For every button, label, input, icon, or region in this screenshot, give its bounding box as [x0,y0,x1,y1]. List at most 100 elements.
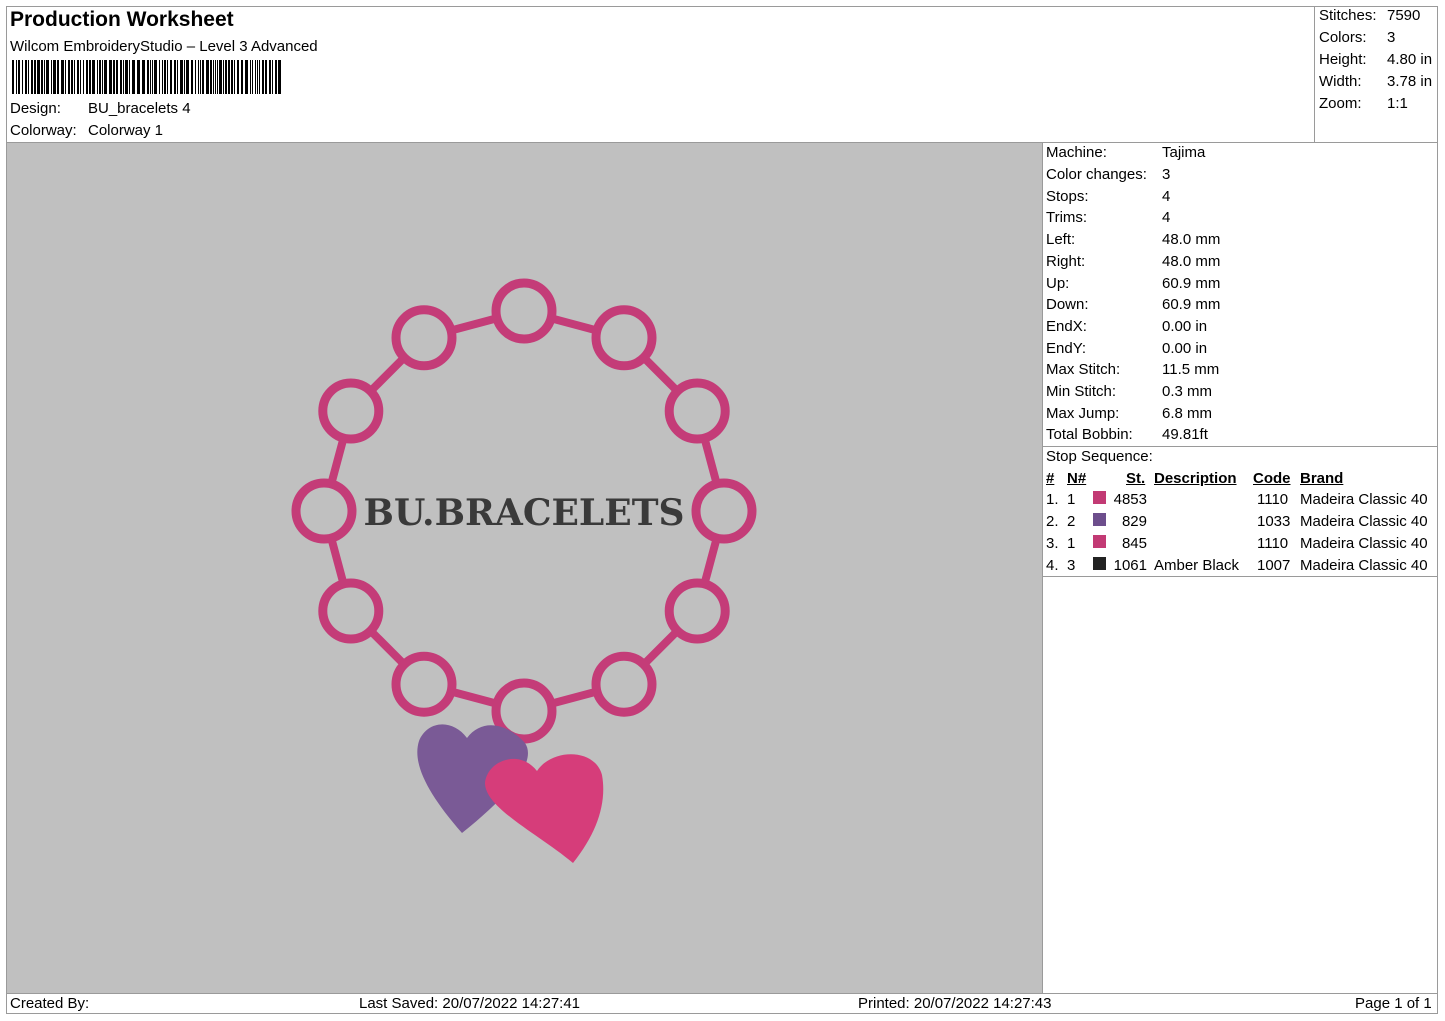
ring-link [327,537,348,585]
ring-link [450,314,498,335]
machine-value: 11.5 mm [1162,361,1220,378]
summary-value: 7590 [1387,7,1421,24]
row-num: 3. [1046,535,1059,552]
colorway-value: Colorway 1 [88,122,164,139]
machine-value: 0.3 mm [1162,383,1213,400]
machine-label: EndY: [1046,340,1087,357]
color-swatch [1093,557,1106,570]
row-needle: 1 [1067,535,1076,552]
column-header-num: # [1046,470,1055,487]
row-num: 2. [1046,513,1059,530]
ring-bead [591,305,657,371]
machine-label: EndX: [1046,318,1087,335]
summary-label: Colors: [1319,29,1367,46]
machine-value: 48.0 mm [1162,253,1221,270]
page-title: Production Worksheet [10,8,234,31]
ring-link [450,687,498,708]
column-header-code: Code [1253,470,1291,487]
machine-label: Trims: [1046,209,1088,226]
summary-divider [1314,6,1315,142]
machine-label: Color changes: [1046,166,1147,183]
ring-link [550,314,598,335]
ring-link [700,437,721,485]
machine-value: 48.0 mm [1162,231,1221,248]
design-preview: BU.BRACELETS [7,143,1042,993]
design-label: Design: [10,100,61,117]
ring-bead [291,478,357,544]
stop-sequence-title: Stop Sequence: [1046,448,1153,465]
ring-bead [664,378,730,444]
row-code: 1033 [1257,513,1291,530]
row-code: 1007 [1257,557,1291,574]
row-brand: Madeira Classic 40 [1300,491,1428,508]
machine-label: Max Stitch: [1046,361,1121,378]
row-brand: Madeira Classic 40 [1300,513,1428,530]
ring-bead [691,478,757,544]
summary-value: 4.80 in [1387,51,1433,68]
color-swatch [1093,513,1106,526]
row-description: Amber Black [1154,557,1240,574]
machine-value: 6.8 mm [1162,405,1213,422]
ring-link [700,537,721,585]
ring-bead [318,378,384,444]
row-code: 1110 [1257,535,1289,552]
row-needle: 2 [1067,513,1076,530]
ring-bead [391,305,457,371]
machine-value: 60.9 mm [1162,296,1221,313]
machine-label: Stops: [1046,188,1089,205]
summary-label: Stitches: [1319,7,1377,24]
column-header-n: N# [1067,470,1087,487]
ring-link [327,437,348,485]
ring-bead [391,651,457,717]
machine-label: Machine: [1046,144,1107,161]
barcode-image [12,60,281,94]
row-num: 1. [1046,491,1059,508]
row-needle: 3 [1067,557,1076,574]
machine-label: Right: [1046,253,1086,270]
color-swatch [1093,535,1106,548]
ring-link [367,627,408,668]
software-name: Wilcom EmbroideryStudio – Level 3 Advanc… [10,38,318,55]
row-brand: Madeira Classic 40 [1300,557,1428,574]
row-stitches: 1061 [1113,557,1147,574]
column-header-st: St. [1126,470,1146,487]
sidebar-divider [1042,142,1043,993]
row-num: 4. [1046,557,1059,574]
machine-value: 4 [1162,209,1171,226]
footer-created-by: Created By: [10,995,90,1012]
summary-label: Width: [1319,73,1362,90]
summary-value: 3.78 in [1387,73,1433,90]
footer-printed: Printed: 20/07/2022 14:27:43 [858,995,1052,1012]
colorway-label: Colorway: [10,122,77,139]
pink-heart-icon [485,754,604,863]
machine-label: Left: [1046,231,1076,248]
stop-sequence-divider-top [1042,446,1438,447]
ring-bead [318,578,384,644]
summary-label: Height: [1319,51,1367,68]
row-stitches: 4853 [1113,491,1147,508]
column-header-brand: Brand [1300,470,1344,487]
ring-bead [664,578,730,644]
machine-label: Total Bobbin: [1046,426,1133,443]
row-stitches: 845 [1121,535,1147,552]
footer-page-number: Page 1 of 1 [1355,995,1432,1012]
stop-sequence-divider-bottom [1042,576,1438,577]
footer-divider [6,993,1438,994]
column-header-description: Description [1154,470,1237,487]
ring-link [640,627,681,668]
machine-value: 0.00 in [1162,318,1208,335]
footer-last-saved: Last Saved: 20/07/2022 14:27:41 [359,995,581,1012]
machine-value: 4 [1162,188,1171,205]
summary-value: 3 [1387,29,1396,46]
machine-label: Max Jump: [1046,405,1120,422]
summary-value: 1:1 [1387,95,1408,112]
ring-bead [491,278,557,344]
row-brand: Madeira Classic 40 [1300,535,1428,552]
embroidery-design: BU.BRACELETS [291,278,757,863]
row-code: 1110 [1257,491,1289,508]
ring-link [640,354,681,395]
summary-label: Zoom: [1319,95,1362,112]
row-stitches: 829 [1121,513,1147,530]
design-text: BU.BRACELETS [364,492,685,534]
color-swatch [1093,491,1106,504]
